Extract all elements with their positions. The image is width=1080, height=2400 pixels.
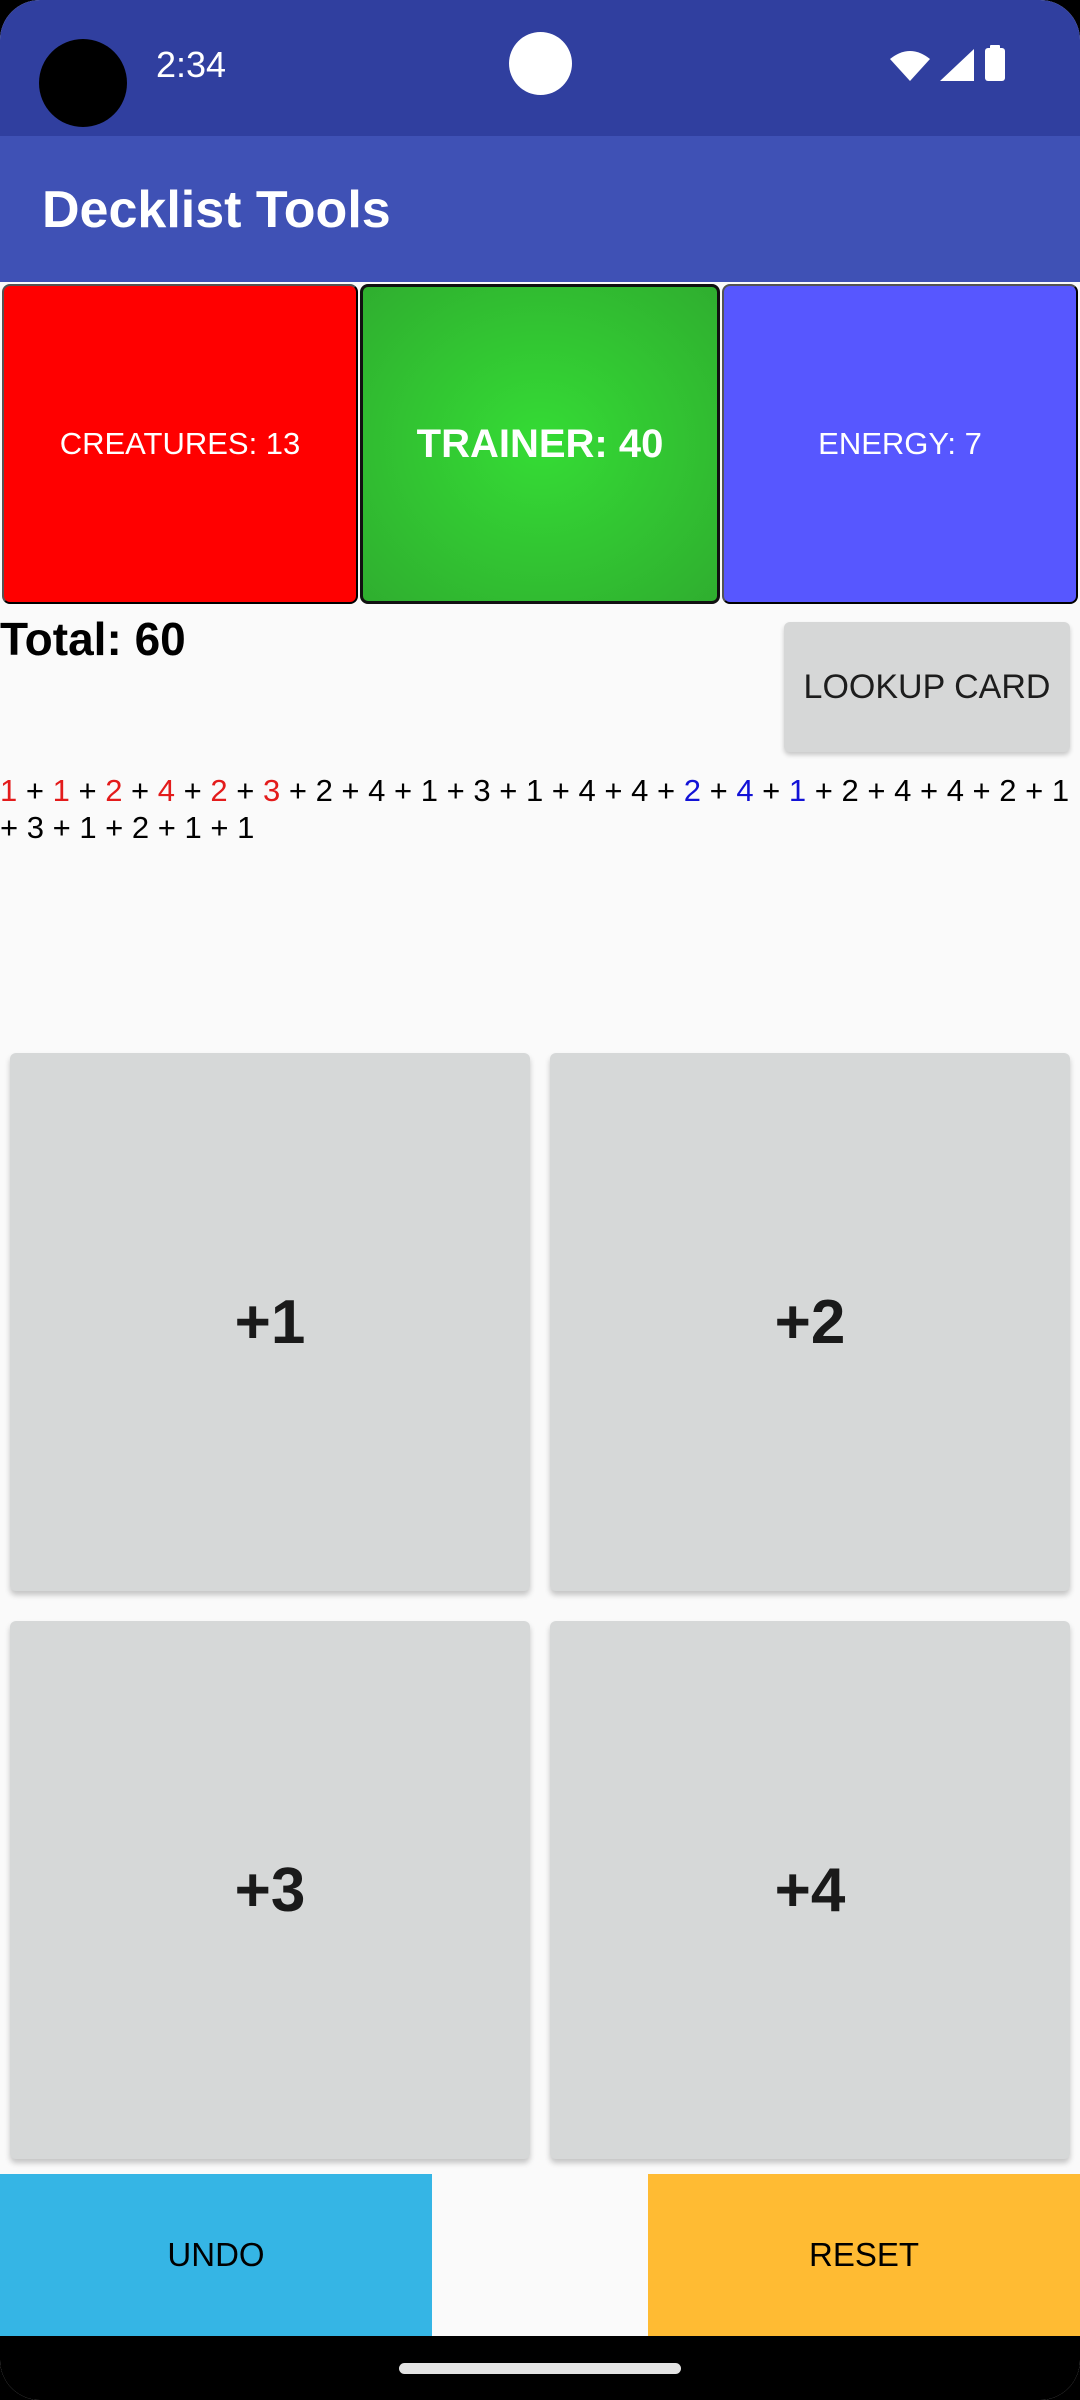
app-bar: Decklist Tools bbox=[0, 136, 1080, 282]
reset-button[interactable]: RESET bbox=[648, 2174, 1080, 2336]
history-separator: + bbox=[96, 810, 132, 845]
history-entry-trainer: 2 bbox=[999, 773, 1017, 808]
add-1-button[interactable]: +1 bbox=[10, 1053, 530, 1591]
history-separator: + bbox=[438, 773, 474, 808]
category-trainer-button[interactable]: TRAINER: 40 bbox=[360, 284, 720, 604]
history-entry-trainer: 1 bbox=[420, 773, 438, 808]
history-separator: + bbox=[385, 773, 421, 808]
add-2-button[interactable]: +2 bbox=[550, 1053, 1070, 1591]
history-entry-creature: 3 bbox=[262, 773, 281, 808]
history-separator: + bbox=[963, 773, 1000, 808]
history-separator: + bbox=[175, 773, 211, 808]
history-entry-creature: 1 bbox=[52, 773, 70, 808]
category-creatures-label: CREATURES: 13 bbox=[59, 426, 301, 461]
history-separator: + bbox=[700, 773, 737, 808]
history-entry-trainer: 1 bbox=[184, 810, 202, 845]
history-separator: + bbox=[0, 810, 27, 845]
history-separator: + bbox=[806, 773, 842, 808]
history-entry-energy: 2 bbox=[683, 773, 701, 808]
status-icons bbox=[890, 45, 1006, 86]
history-separator: + bbox=[280, 773, 316, 808]
history-entry-trainer: 4 bbox=[368, 773, 386, 808]
history-entry-creature: 2 bbox=[210, 773, 228, 808]
add-3-button[interactable]: +3 bbox=[10, 1621, 530, 2159]
history-entry-trainer: 1 bbox=[525, 773, 544, 808]
notification-dot-icon bbox=[509, 32, 572, 95]
app-screen: 2:34 Decklist Tools CREATURES: 13 TRAINE… bbox=[0, 0, 1080, 2400]
history-entry-energy: 4 bbox=[736, 773, 754, 808]
history-entry-trainer: 1 bbox=[79, 810, 97, 845]
reset-label: RESET bbox=[808, 2236, 920, 2273]
history-separator: + bbox=[595, 773, 632, 808]
category-energy-button[interactable]: ENERGY: 7 bbox=[722, 284, 1078, 604]
history-separator: + bbox=[490, 773, 526, 808]
history-entry-energy: 1 bbox=[788, 773, 807, 808]
status-time: 2:34 bbox=[156, 44, 227, 85]
category-energy-label: ENERGY: 7 bbox=[818, 426, 982, 461]
wifi-icon bbox=[890, 49, 930, 86]
history-entry-creature: 1 bbox=[0, 773, 18, 808]
history-entry-trainer: 4 bbox=[894, 773, 912, 808]
add-4-label: +4 bbox=[774, 1855, 846, 1925]
card-history: 1 + 1 + 2 + 4 + 2 + 3 + 2 + 4 + 1 + 3 + … bbox=[0, 772, 1080, 846]
history-entry-trainer: 2 bbox=[131, 810, 150, 845]
total-count: Total: 60 bbox=[0, 613, 186, 665]
add-4-button[interactable]: +4 bbox=[550, 1621, 1070, 2159]
history-separator: + bbox=[648, 773, 684, 808]
category-creatures-button[interactable]: CREATURES: 13 bbox=[2, 284, 358, 604]
lookup-card-label: LOOKUP CARD bbox=[803, 667, 1051, 706]
home-gesture-handle[interactable] bbox=[399, 2363, 681, 2374]
history-separator: + bbox=[332, 773, 369, 808]
add-1-label: +1 bbox=[234, 1287, 306, 1357]
history-entry-trainer: 2 bbox=[315, 773, 333, 808]
history-entry-trainer: 3 bbox=[473, 773, 491, 808]
history-separator: + bbox=[43, 810, 80, 845]
history-separator: + bbox=[1016, 773, 1052, 808]
app-title: Decklist Tools bbox=[42, 181, 391, 239]
history-separator: + bbox=[201, 810, 238, 845]
history-entry-trainer: 1 bbox=[237, 810, 255, 845]
history-entry-trainer: 4 bbox=[578, 773, 596, 808]
add-2-label: +2 bbox=[774, 1287, 846, 1357]
history-entry-trainer: 3 bbox=[26, 810, 44, 845]
history-separator: + bbox=[858, 773, 895, 808]
undo-button[interactable]: UNDO bbox=[0, 2174, 432, 2336]
history-separator: + bbox=[753, 773, 789, 808]
history-entry-trainer: 2 bbox=[841, 773, 859, 808]
history-separator: + bbox=[17, 773, 53, 808]
history-entry-trainer: 1 bbox=[1051, 773, 1070, 808]
history-entry-creature: 2 bbox=[105, 773, 123, 808]
history-separator: + bbox=[122, 773, 158, 808]
history-separator: + bbox=[69, 773, 106, 808]
history-entry-trainer: 4 bbox=[631, 773, 649, 808]
history-entry-trainer: 4 bbox=[946, 773, 964, 808]
history-separator: + bbox=[227, 773, 263, 808]
lookup-card-button[interactable]: LOOKUP CARD bbox=[784, 622, 1070, 752]
battery-icon bbox=[984, 45, 1006, 86]
undo-label: UNDO bbox=[167, 2236, 265, 2273]
add-3-label: +3 bbox=[234, 1855, 306, 1925]
category-trainer-label: TRAINER: 40 bbox=[416, 421, 664, 466]
navigation-bar bbox=[0, 2336, 1080, 2400]
history-separator: + bbox=[911, 773, 947, 808]
history-entry-creature: 4 bbox=[157, 773, 176, 808]
front-camera-cutout bbox=[39, 39, 127, 127]
history-separator: + bbox=[149, 810, 185, 845]
cellular-signal-icon bbox=[940, 49, 974, 86]
status-bar: 2:34 bbox=[0, 0, 1080, 136]
history-separator: + bbox=[543, 773, 579, 808]
